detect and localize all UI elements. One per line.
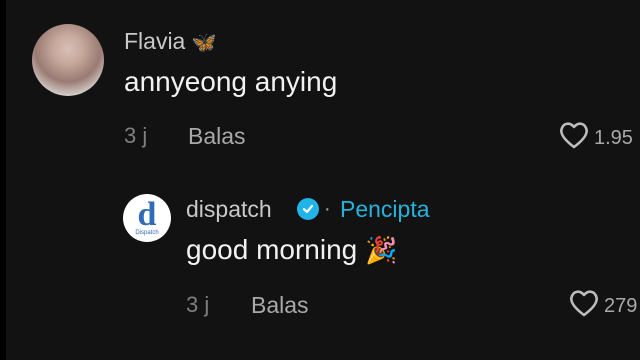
avatar-subtext: Dispatch [135,229,159,236]
separator-dot: · [324,198,331,220]
username-text: Flavia [124,28,186,54]
comments-panel: Flavia 🦋 annyeong anying 3 j Balas 1.95 … [6,0,640,360]
creator-badge: Pencipta [340,196,430,222]
avatar-letter: d [137,195,157,233]
comment-text-content: good morning [186,234,358,265]
comment-time: 3 j [124,123,148,148]
butterfly-emoji: 🦋 [191,32,217,54]
like-button[interactable]: 1.95 [558,120,633,156]
like-count: 1.95 [594,126,633,149]
heart-icon [558,120,590,156]
comment-username[interactable]: dispatch [186,196,272,223]
comment-text: annyeong anying [124,66,338,97]
avatar[interactable]: d Dispatch [123,194,171,242]
like-count: 279 [604,294,638,317]
party-popper-emoji: 🎉 [365,235,398,265]
avatar[interactable] [32,24,104,96]
reply-button[interactable]: Balas [251,292,309,319]
reply-button[interactable]: Balas [188,123,246,150]
heart-icon [568,288,600,324]
comment-time: 3 j [186,292,210,317]
like-button[interactable]: 279 [568,288,637,324]
comment-text: good morning 🎉 [186,234,397,266]
comment-username[interactable]: Flavia 🦋 [124,28,217,55]
verified-badge-icon [297,198,319,220]
